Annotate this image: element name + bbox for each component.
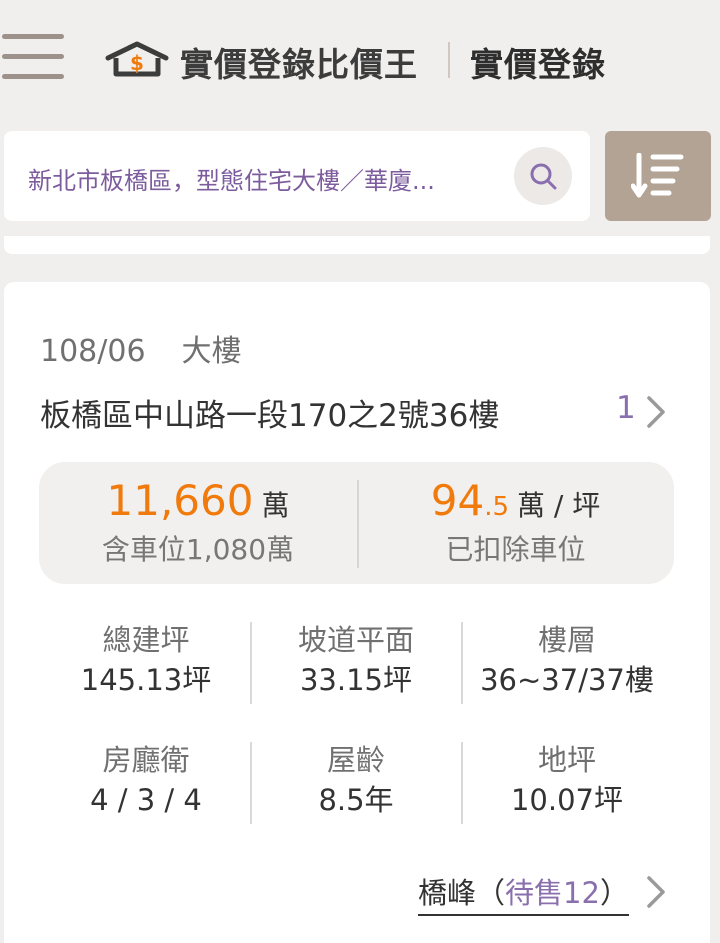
stat-value: 4 / 3 / 4: [90, 783, 202, 817]
search-button[interactable]: [514, 147, 572, 205]
community-paren-close: ）: [599, 876, 629, 910]
stat-floor: 樓層 36~37/37樓: [462, 620, 672, 700]
total-price-value: 11,660: [106, 476, 254, 525]
listing-card[interactable]: 108/06 大樓 板橋區中山路一段170之2號36樓 1 11,660 萬 含車位…: [4, 282, 710, 943]
search-icon: [530, 163, 557, 190]
stat-label: 樓層: [537, 623, 596, 657]
stat-value: 33.15坪: [299, 663, 413, 697]
transaction-count: 1: [616, 390, 636, 426]
stat-label: 屋齡: [326, 743, 385, 777]
listing-address: 板橋區中山路一段170之2號36樓: [40, 398, 500, 434]
stat-value: 145.13坪: [80, 663, 212, 697]
stat-label: 總建坪: [102, 623, 190, 657]
total-price-note: 含車位1,080萬: [101, 533, 295, 566]
sort-button[interactable]: [605, 131, 711, 221]
page-title: 實價登錄: [470, 45, 606, 84]
stat-value: 8.5年: [318, 783, 394, 817]
unit-price: 94.5 萬 / 坪 已扣除車位: [357, 476, 674, 568]
stat-total-area: 總建坪 145.13坪: [41, 620, 251, 700]
stat-value: 10.07坪: [510, 783, 624, 817]
unit-price-decimal: .5: [484, 492, 509, 522]
sort-icon: [631, 153, 684, 198]
stat-land-area: 地坪 10.07坪: [462, 740, 672, 820]
community-link[interactable]: 橋峰（待售12）: [418, 870, 629, 916]
header-divider: [448, 42, 450, 78]
community-paren-open: （: [476, 876, 506, 910]
unit-price-unit: 萬 / 坪: [517, 489, 601, 522]
search-bar[interactable]: 新北市板橋區，型態住宅大樓／華廈...: [4, 131, 590, 221]
unit-price-note: 已扣除車位: [445, 533, 586, 566]
chevron-right-icon[interactable]: [644, 394, 668, 430]
unit-price-integer: 94: [430, 476, 485, 525]
svg-text:$: $: [130, 51, 144, 75]
stat-age: 屋齡 8.5年: [251, 740, 461, 820]
search-input[interactable]: 新北市板橋區，型態住宅大樓／華廈...: [28, 161, 504, 196]
chevron-right-icon[interactable]: [644, 874, 668, 910]
stat-parking-area: 坡道平面 33.15坪: [251, 620, 461, 700]
building-type: 大樓: [181, 334, 242, 369]
pending-listings: 待售12: [505, 876, 600, 910]
brand-name: 實價登錄比價王: [180, 45, 418, 84]
stat-label: 地坪: [537, 743, 596, 777]
stat-value: 36~37/37樓: [480, 663, 654, 697]
total-price: 11,660 萬 含車位1,080萬: [39, 476, 357, 568]
community-name: 橋峰: [418, 876, 477, 910]
menu-icon[interactable]: [2, 32, 64, 84]
previous-card-edge: [4, 236, 710, 254]
listing-meta: 108/06 大樓: [40, 326, 242, 370]
house-dollar-logo-icon: $: [105, 41, 169, 77]
stat-rooms: 房廳衛 4 / 3 / 4: [41, 740, 251, 820]
stat-label: 坡道平面: [297, 623, 414, 657]
stat-label: 房廳衛: [102, 743, 190, 777]
total-price-unit: 萬: [261, 489, 290, 522]
app-header: $ 實價登錄比價王 實價登錄: [0, 0, 720, 118]
price-panel: 11,660 萬 含車位1,080萬 94.5 萬 / 坪 已扣除車位: [39, 462, 674, 584]
deal-date: 108/06: [40, 334, 146, 369]
